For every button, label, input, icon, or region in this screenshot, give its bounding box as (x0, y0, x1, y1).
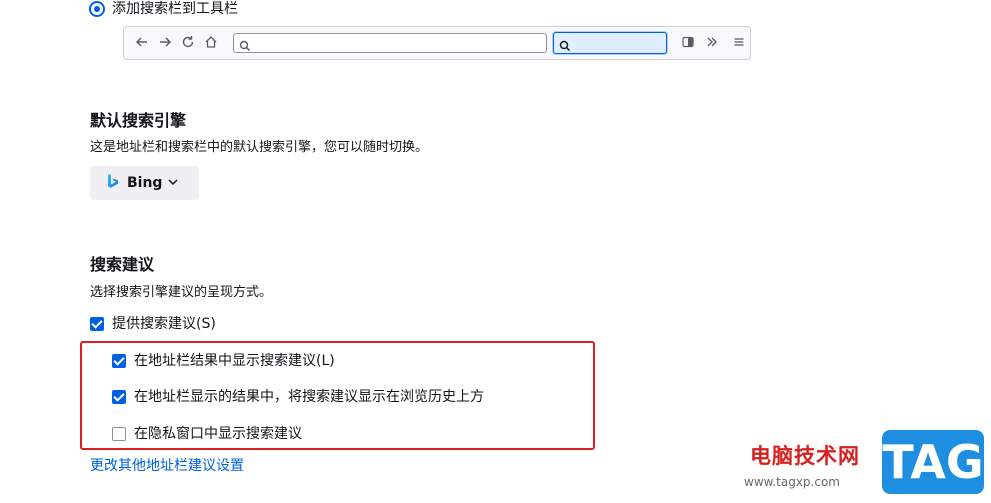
change-urlbar-suggestions-link[interactable]: 更改其他地址栏建议设置 (90, 457, 244, 475)
bing-logo-icon (107, 173, 119, 193)
back-arrow-icon (134, 35, 150, 51)
urlbar-suggestions-label[interactable]: 在地址栏结果中显示搜索建议(L) (134, 352, 335, 370)
watermark-text: 电脑技术网 (750, 444, 860, 468)
search-engine-name: Bing (127, 175, 163, 191)
suggestions-heading: 搜索建议 (90, 255, 155, 274)
provide-suggestions-checkbox[interactable] (90, 317, 104, 331)
default-engine-heading: 默认搜索引擎 (90, 111, 187, 130)
default-engine-description: 这是地址栏和搜索栏中的默认搜索引擎，您可以随时切换。 (90, 140, 429, 155)
suggestions-description: 选择搜索引擎建议的呈现方式。 (90, 285, 273, 300)
suggestions-above-history-label[interactable]: 在地址栏显示的结果中，将搜索建议显示在浏览历史上方 (134, 388, 484, 406)
hamburger-menu-icon (731, 35, 747, 51)
private-window-suggestions-label[interactable]: 在隐私窗口中显示搜索建议 (134, 425, 302, 443)
home-icon (203, 35, 219, 51)
watermark-logo: TAG (882, 430, 984, 494)
toolbar-search-radio-label[interactable]: 添加搜索栏到工具栏 (112, 0, 238, 18)
provide-suggestions-label[interactable]: 提供搜索建议(S) (112, 315, 216, 333)
sidebar-icon (680, 35, 696, 51)
searchbar-preview (553, 32, 667, 54)
urlbar-suggestions-checkbox[interactable] (112, 354, 126, 368)
overflow-chevrons-icon (704, 35, 720, 51)
reload-icon (180, 35, 196, 51)
forward-arrow-icon (157, 35, 173, 51)
urlbar-preview (233, 33, 547, 53)
suggestions-above-history-checkbox[interactable] (112, 390, 126, 404)
search-icon (559, 37, 571, 52)
chevron-down-icon (167, 176, 179, 191)
watermark-url: www.tagxp.com (744, 475, 840, 489)
private-window-suggestions-checkbox[interactable] (112, 427, 126, 441)
search-engine-dropdown[interactable]: Bing (90, 166, 199, 200)
toolbar-search-radio[interactable] (89, 1, 105, 17)
search-icon (239, 37, 251, 52)
